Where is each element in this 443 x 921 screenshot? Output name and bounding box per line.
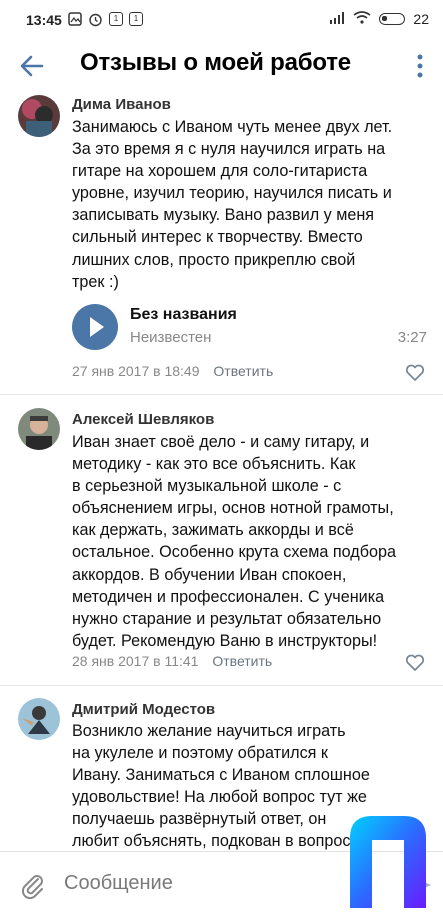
avatar[interactable] [18, 408, 60, 450]
battery-level: 22 [413, 11, 429, 27]
reply-button[interactable]: Ответить [212, 653, 272, 669]
status-bar: 13:45 1 1 22 [0, 0, 443, 40]
more-options-icon[interactable] [415, 53, 425, 79]
picture-icon [68, 12, 82, 30]
review-line: Иван знает своё дело - и саму гитару, и [72, 433, 370, 451]
author-name[interactable]: Дмитрий Модестов [72, 701, 215, 718]
review-line: Занимаюсь с Иваном чуть менее двух лет. [72, 118, 393, 136]
review-meta: 27 янв 2017 в 18:49 Ответить [72, 363, 273, 379]
divider [0, 394, 443, 395]
play-icon[interactable] [72, 304, 118, 350]
review-line: лишних слов, просто прикреплю свой [72, 250, 356, 269]
divider [0, 685, 443, 686]
reply-button[interactable]: Ответить [213, 363, 273, 379]
notification-2-icon: 1 [129, 12, 143, 26]
review-line: методичен и профессионален. С ученика [72, 587, 385, 606]
review-text: Занимаюсь с Иваном чуть менее двух лет. … [72, 116, 432, 293]
status-left-icons: 1 1 [68, 12, 143, 30]
audio-artist: Неизвестен [130, 329, 212, 346]
review-line: трек :) [72, 272, 119, 291]
author-name[interactable]: Алексей Шевляков [72, 411, 214, 428]
review-line: в серьезной музыкальной школе - с [72, 477, 342, 496]
review-line: сильный интерес к творчеству. Вместо [72, 228, 363, 247]
review-line: будет. Рекомендую Ваню в инструкторы! [72, 631, 378, 650]
review-text: Иван знает своё дело - и саму гитару, и … [72, 431, 432, 652]
review-line: удовольствие! На любой вопрос тут же [72, 788, 367, 807]
avatar[interactable] [18, 698, 60, 740]
status-time: 13:45 [26, 12, 62, 28]
review-line: За это время я с нуля научился играть на [72, 140, 386, 159]
review-line: как держать, зажимать аккорды и всё [72, 521, 354, 540]
review-line: остальное. Особенно крута схема подбора [72, 543, 396, 562]
review-line: методику - как это все объяснить. Как [72, 455, 356, 474]
review-line: Ивану. Заниматься с Иваном сплошное [72, 766, 370, 785]
audio-duration: 3:27 [397, 329, 427, 346]
review-line: Возникло желание научиться играть [72, 722, 346, 740]
alarm-icon [88, 12, 103, 30]
review-date: 27 янв 2017 в 18:49 [72, 363, 200, 379]
review-line: аккордов. В обучении Иван спокоен, [72, 565, 347, 584]
review-line: на укулеле и поэтому обратился к [72, 744, 329, 763]
battery-icon [379, 13, 406, 25]
wifi-icon [353, 11, 371, 27]
review-meta: 28 янв 2017 в 11:41 Ответить [72, 653, 272, 669]
avatar[interactable] [18, 95, 60, 137]
signal-icon [329, 11, 345, 27]
like-heart-icon[interactable] [405, 364, 425, 382]
review-date: 28 янв 2017 в 11:41 [72, 653, 199, 669]
review-line: гитаре на хорошем для соло-гитариста [72, 162, 368, 181]
review-line: уровне, изучил теорию, научился писать и [72, 184, 392, 203]
review-line: объяснением игры, основ нотной грамоты, [72, 499, 394, 518]
like-heart-icon[interactable] [405, 654, 425, 672]
attach-paperclip-icon[interactable] [20, 870, 46, 900]
page-title: Отзывы о моей работе [80, 49, 351, 76]
review-line: нужно старание и результат обязательно [72, 609, 382, 628]
review-line: записывать музыку. Вано развил у меня [72, 206, 375, 225]
status-right-icons: 22 [329, 11, 429, 27]
notification-1-icon: 1 [109, 12, 123, 26]
app-logo-overlay [342, 808, 434, 914]
back-arrow-icon[interactable] [18, 52, 46, 80]
audio-title: Без названия [130, 306, 237, 323]
app-header: Отзывы о моей работе [0, 40, 443, 90]
author-name[interactable]: Дима Иванов [72, 96, 171, 113]
message-input[interactable]: Сообщение [64, 872, 173, 895]
audio-attachment[interactable]: Без названия Неизвестен 3:27 [72, 304, 427, 354]
